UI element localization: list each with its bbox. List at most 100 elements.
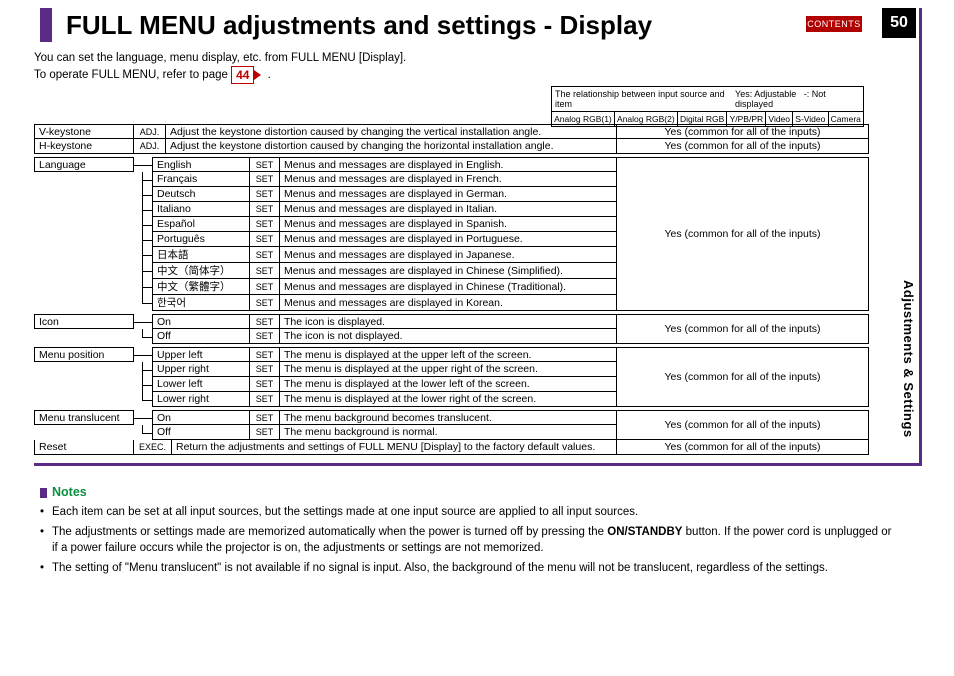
option-row: FrançaisSETMenus and messages are displa… [34, 172, 617, 187]
option-tag: SET [250, 314, 280, 329]
note-item: • Each item can be set at all input sour… [40, 504, 894, 520]
notes-heading: Notes [40, 484, 894, 500]
option-row: EspañolSETMenus and messages are display… [34, 217, 617, 232]
item-desc: Adjust the keystone distortion caused by… [166, 124, 617, 139]
option-row: Menu translucentOnSETThe menu background… [34, 410, 617, 425]
tree-connector [134, 314, 152, 329]
tree-connector [134, 172, 152, 187]
option-tag: SET [250, 425, 280, 440]
option-label: Lower right [152, 392, 250, 407]
option-desc: The menu is displayed at the lower right… [280, 392, 617, 407]
page-rule-right [919, 8, 922, 466]
page-rule-bottom [34, 463, 922, 466]
option-label: Off [152, 329, 250, 344]
option-desc: The icon is displayed. [280, 314, 617, 329]
option-tag: SET [250, 232, 280, 247]
option-row: DeutschSETMenus and messages are display… [34, 187, 617, 202]
item-inputs: Yes (common for all of the inputs) [617, 314, 869, 344]
option-label: Upper right [152, 362, 250, 377]
option-tag: SET [250, 202, 280, 217]
item-name: Menu position [34, 347, 134, 362]
note-item: • The adjustments or settings made are m… [40, 524, 894, 556]
option-desc: Menus and messages are displayed in Fren… [280, 172, 617, 187]
option-tag: SET [250, 377, 280, 392]
item-inputs: Yes (common for all of the inputs) [617, 157, 869, 311]
option-tag: SET [250, 187, 280, 202]
option-row: OffSETThe icon is not displayed. [34, 329, 617, 344]
tree-connector [134, 425, 152, 440]
option-desc: Menus and messages are displayed in Germ… [280, 187, 617, 202]
intro-text: You can set the language, menu display, … [34, 50, 406, 84]
option-row: 日本語SETMenus and messages are displayed i… [34, 247, 617, 263]
option-label: 한국어 [152, 295, 250, 311]
tree-connector [134, 392, 152, 407]
option-desc: Menus and messages are displayed in Port… [280, 232, 617, 247]
tree-connector [134, 279, 152, 295]
option-desc: The menu is displayed at the upper right… [280, 362, 617, 377]
option-tag: SET [250, 362, 280, 377]
page-ref-link[interactable]: 44 [231, 66, 254, 84]
option-tag: SET [250, 172, 280, 187]
option-label: 中文（简体字） [152, 263, 250, 279]
item-tag: ADJ. [134, 139, 166, 154]
contents-button[interactable]: CONTENTS [806, 16, 862, 32]
option-row: LanguageEnglishSETMenus and messages are… [34, 157, 617, 172]
tree-connector [134, 187, 152, 202]
option-label: On [152, 314, 250, 329]
option-row: Lower leftSETThe menu is displayed at th… [34, 377, 617, 392]
page-number: 50 [882, 8, 916, 38]
option-desc: The menu background is normal. [280, 425, 617, 440]
option-row: Menu positionUpper leftSETThe menu is di… [34, 347, 617, 362]
option-label: Upper left [152, 347, 250, 362]
tree-connector [134, 247, 152, 263]
item-inputs: Yes (common for all of the inputs) [617, 410, 869, 440]
option-desc: Menus and messages are displayed in Chin… [280, 263, 617, 279]
tree-connector [134, 377, 152, 392]
intro-line-2: To operate FULL MENU, refer to page 44 . [34, 66, 406, 84]
option-tag: SET [250, 392, 280, 407]
item-name: V-keystone [34, 124, 134, 139]
tree-connector [134, 263, 152, 279]
item-tag: ADJ. [134, 124, 166, 139]
option-desc: Menus and messages are displayed in Japa… [280, 247, 617, 263]
option-desc: Menus and messages are displayed in Span… [280, 217, 617, 232]
option-desc: The icon is not displayed. [280, 329, 617, 344]
tree-connector [134, 347, 152, 362]
tree-connector [134, 329, 152, 344]
option-label: On [152, 410, 250, 425]
option-label: Italiano [152, 202, 250, 217]
row-icon: Icon OnSETThe icon is displayed.OffSETThe… [34, 314, 869, 344]
option-row: Lower rightSETThe menu is displayed at t… [34, 392, 617, 407]
item-inputs: Yes (common for all of the inputs) [617, 347, 869, 407]
option-row: PortuguêsSETMenus and messages are displ… [34, 232, 617, 247]
item-inputs: Yes (common for all of the inputs) [617, 139, 869, 154]
item-name: Icon [34, 314, 134, 329]
option-row: Icon OnSETThe icon is displayed. [34, 314, 617, 329]
item-name: Language [34, 157, 134, 172]
option-tag: SET [250, 157, 280, 172]
option-label: Off [152, 425, 250, 440]
option-tag: SET [250, 217, 280, 232]
row-h-keystone: H-keystone ADJ. Adjust the keystone dist… [34, 139, 869, 154]
row-language: LanguageEnglishSETMenus and messages are… [34, 157, 869, 311]
option-tag: SET [250, 347, 280, 362]
intro-line-1: You can set the language, menu display, … [34, 50, 406, 66]
option-desc: Menus and messages are displayed in Chin… [280, 279, 617, 295]
section-tab: Adjustments & Settings [901, 280, 916, 438]
option-label: Español [152, 217, 250, 232]
item-inputs: Yes (common for all of the inputs) [617, 440, 869, 455]
row-menu-translucent: Menu translucent OnSETThe menu background… [34, 410, 869, 440]
tree-connector [134, 232, 152, 247]
option-row: 中文（繁體字）SETMenus and messages are display… [34, 279, 617, 295]
option-tag: SET [250, 295, 280, 311]
option-tag: SET [250, 247, 280, 263]
input-source-legend: The relationship between input source an… [551, 86, 864, 127]
item-name: H-keystone [34, 139, 134, 154]
option-row: 中文（简体字）SETMenus and messages are display… [34, 263, 617, 279]
tree-connector [134, 202, 152, 217]
item-name: Reset [34, 440, 134, 455]
item-tag: EXEC. [134, 440, 172, 455]
row-v-keystone: V-keystone ADJ. Adjust the keystone dist… [34, 124, 869, 139]
notes-section: Notes • Each item can be set at all inpu… [40, 484, 894, 580]
item-name: Menu translucent [34, 410, 134, 425]
